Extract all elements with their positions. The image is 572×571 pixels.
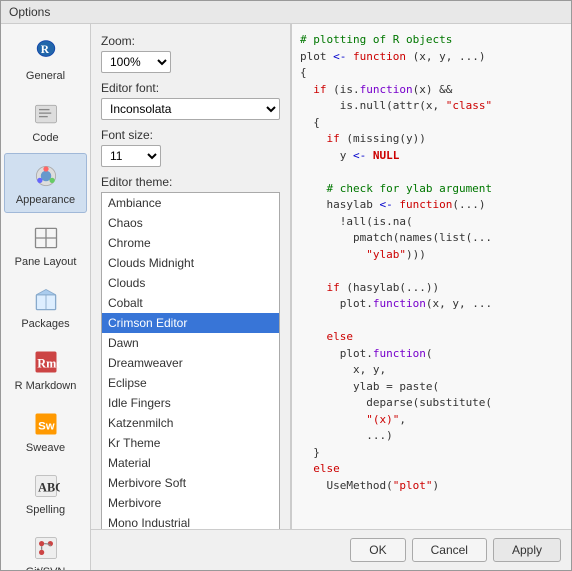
theme-item[interactable]: Katzenmilch (102, 413, 279, 433)
spelling-icon: ABC (30, 470, 62, 502)
theme-item[interactable]: Dawn (102, 333, 279, 353)
theme-item[interactable]: Clouds (102, 273, 279, 293)
svg-text:ABC: ABC (38, 480, 60, 494)
theme-item[interactable]: Cobalt (102, 293, 279, 313)
font-size-label: Font size: (101, 128, 280, 142)
theme-item[interactable]: Eclipse (102, 373, 279, 393)
zoom-label: Zoom: (101, 34, 280, 48)
editor-theme-label: Editor theme: (101, 175, 280, 189)
theme-item[interactable]: Idle Fingers (102, 393, 279, 413)
sweave-icon: Sw (30, 408, 62, 440)
sidebar-label-pane-layout: Pane Layout (15, 256, 77, 268)
theme-list[interactable]: AmbianceChaosChromeClouds MidnightClouds… (102, 193, 279, 529)
sidebar-item-sweave[interactable]: Sw Sweave (4, 401, 87, 461)
svg-text:Rmd: Rmd (37, 356, 60, 370)
sidebar-item-packages[interactable]: Packages (4, 277, 87, 337)
cancel-button[interactable]: Cancel (412, 538, 487, 562)
apply-button[interactable]: Apply (493, 538, 561, 562)
theme-item[interactable]: Chrome (102, 233, 279, 253)
theme-list-container: AmbianceChaosChromeClouds MidnightClouds… (101, 192, 280, 529)
git-icon (30, 532, 62, 564)
theme-item[interactable]: Kr Theme (102, 433, 279, 453)
sidebar-item-pane-layout[interactable]: Pane Layout (4, 215, 87, 275)
packages-icon (30, 284, 62, 316)
rmd-icon: Rmd (30, 346, 62, 378)
sidebar-label-sweave: Sweave (26, 442, 65, 454)
theme-group: Editor theme: AmbianceChaosChromeClouds … (101, 175, 280, 529)
sidebar-label-general: General (26, 70, 65, 82)
zoom-select[interactable]: 100% 75% 125% 150% (101, 51, 171, 73)
editor-font-label: Editor font: (101, 81, 280, 95)
theme-item[interactable]: Crimson Editor (102, 313, 279, 333)
options-window: Options R General (0, 0, 572, 571)
sidebar-label-r-markdown: R Markdown (15, 380, 77, 392)
pane-icon (30, 222, 62, 254)
sidebar-item-appearance[interactable]: Appearance (4, 153, 87, 213)
editor-font-select[interactable]: Inconsolata Courier New Monaco (101, 98, 280, 120)
sidebar-item-git-svn[interactable]: Git/SVN (4, 525, 87, 570)
bottom-bar: OK Cancel Apply (91, 529, 571, 570)
theme-item[interactable]: Mono Industrial (102, 513, 279, 529)
code-icon (30, 98, 62, 130)
svg-text:R: R (40, 44, 49, 56)
sidebar-label-git-svn: Git/SVN (26, 566, 66, 570)
font-size-select[interactable]: 9 10 11 12 14 (101, 145, 161, 167)
left-options: Zoom: 100% 75% 125% 150% Editor font: (91, 24, 291, 529)
editor-font-group: Editor font: Inconsolata Courier New Mon… (101, 81, 280, 120)
sidebar-item-spelling[interactable]: ABC Spelling (4, 463, 87, 523)
sidebar-label-packages: Packages (21, 318, 69, 330)
theme-item[interactable]: Merbivore (102, 493, 279, 513)
sidebar-item-general[interactable]: R General (4, 29, 87, 89)
theme-item[interactable]: Material (102, 453, 279, 473)
svg-text:Sw: Sw (38, 420, 55, 432)
theme-item[interactable]: Clouds Midnight (102, 253, 279, 273)
R-icon: R (30, 36, 62, 68)
options-area: Zoom: 100% 75% 125% 150% Editor font: (91, 24, 571, 529)
zoom-group: Zoom: 100% 75% 125% 150% (101, 34, 280, 73)
sidebar-label-code: Code (32, 132, 58, 144)
theme-item[interactable]: Ambiance (102, 193, 279, 213)
theme-item[interactable]: Dreamweaver (102, 353, 279, 373)
font-size-group: Font size: 9 10 11 12 14 (101, 128, 280, 167)
theme-item[interactable]: Merbivore Soft (102, 473, 279, 493)
window-title: Options (1, 1, 571, 24)
theme-item[interactable]: Chaos (102, 213, 279, 233)
main-panel: Zoom: 100% 75% 125% 150% Editor font: (91, 24, 571, 570)
sidebar-label-spelling: Spelling (26, 504, 65, 516)
ok-button[interactable]: OK (350, 538, 405, 562)
sidebar-label-appearance: Appearance (16, 194, 75, 206)
code-preview: # plotting of R objects plot <- function… (291, 24, 571, 529)
sidebar-item-code[interactable]: Code (4, 91, 87, 151)
appearance-icon (30, 160, 62, 192)
sidebar-item-r-markdown[interactable]: Rmd R Markdown (4, 339, 87, 399)
sidebar: R General Code (1, 24, 91, 570)
